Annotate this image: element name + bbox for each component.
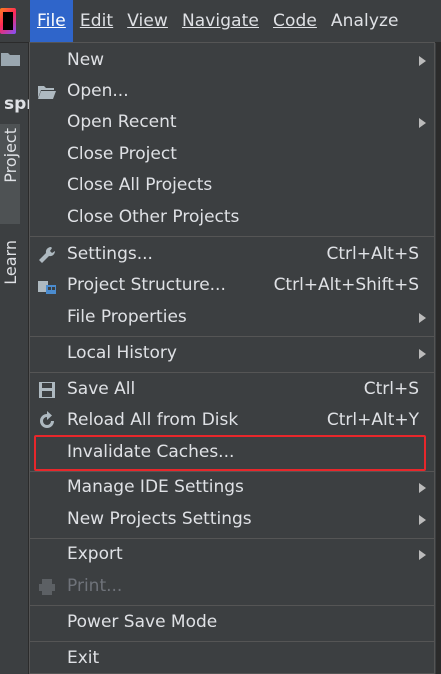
menu-item-label: Close All Projects bbox=[67, 175, 213, 195]
menu-item-label: New bbox=[67, 50, 105, 70]
intellij-logo-icon bbox=[0, 8, 16, 34]
ide-window: File Edit View Navigate Code Analyze spr… bbox=[0, 0, 441, 674]
menu-item-reload-all[interactable]: Reload All from Disk Ctrl+Alt+Y bbox=[30, 405, 434, 436]
menu-item-manage-ide-settings[interactable]: Manage IDE Settings bbox=[30, 472, 434, 503]
menu-item-label: Print... bbox=[67, 576, 123, 596]
main-menubar: File Edit View Navigate Code Analyze bbox=[0, 0, 441, 43]
menu-item-label: Power Save Mode bbox=[67, 612, 218, 632]
menu-item-new[interactable]: New bbox=[30, 45, 434, 76]
printer-icon bbox=[39, 579, 55, 595]
submenu-arrow-icon bbox=[419, 483, 426, 493]
save-icon bbox=[39, 382, 55, 398]
menu-item-save-all[interactable]: Save All Ctrl+S bbox=[30, 374, 434, 405]
menu-navigate[interactable]: Navigate bbox=[175, 0, 266, 42]
menu-item-open[interactable]: Open... bbox=[30, 76, 434, 107]
submenu-arrow-icon bbox=[419, 550, 426, 560]
submenu-arrow-icon bbox=[419, 118, 426, 128]
file-menu-dropdown: New Open... Open Recent Close Project Cl… bbox=[29, 42, 435, 674]
menu-item-project-structure[interactable]: Project Structure... Ctrl+Alt+Shift+S bbox=[30, 270, 434, 301]
menu-item-label: New Projects Settings bbox=[67, 509, 252, 529]
menu-item-export[interactable]: Export bbox=[30, 539, 434, 570]
menu-item-close-all-projects[interactable]: Close All Projects bbox=[30, 170, 434, 201]
menu-separator bbox=[30, 605, 434, 606]
submenu-arrow-icon bbox=[419, 515, 426, 525]
editor-edge bbox=[436, 43, 441, 674]
menu-code[interactable]: Code bbox=[266, 0, 324, 42]
menu-item-label: Close Other Projects bbox=[67, 207, 240, 227]
tab-project[interactable]: Project bbox=[0, 124, 20, 224]
menu-item-close-project[interactable]: Close Project bbox=[30, 139, 434, 170]
menu-item-new-projects-settings[interactable]: New Projects Settings bbox=[30, 504, 434, 535]
menu-item-exit[interactable]: Exit bbox=[30, 643, 434, 674]
wrench-icon bbox=[39, 246, 56, 263]
shortcut-label: Ctrl+S bbox=[363, 379, 419, 399]
submenu-arrow-icon bbox=[419, 313, 426, 323]
highlight-annotation bbox=[34, 435, 426, 471]
menu-separator bbox=[30, 641, 434, 642]
menu-item-label: Project Structure... bbox=[67, 275, 226, 295]
menu-view[interactable]: View bbox=[120, 0, 175, 42]
menu-item-label: Local History bbox=[67, 343, 177, 363]
shortcut-label: Ctrl+Alt+Shift+S bbox=[273, 275, 419, 295]
menu-item-label: Manage IDE Settings bbox=[67, 477, 244, 497]
menu-item-label: Open Recent bbox=[67, 112, 177, 132]
menu-analyze[interactable]: Analyze bbox=[324, 0, 406, 42]
menu-item-print: Print... bbox=[30, 571, 434, 602]
tab-project-label: Project bbox=[1, 128, 20, 183]
tab-learn[interactable]: Learn bbox=[0, 236, 20, 316]
menu-item-settings[interactable]: Settings... Ctrl+Alt+S bbox=[30, 239, 434, 270]
menu-item-label: File Properties bbox=[67, 307, 187, 327]
project-structure-icon bbox=[38, 281, 56, 294]
menu-item-label: Save All bbox=[67, 379, 136, 399]
submenu-arrow-icon bbox=[419, 56, 426, 66]
shortcut-label: Ctrl+Alt+S bbox=[326, 244, 419, 264]
menu-separator bbox=[30, 236, 434, 237]
menu-edit[interactable]: Edit bbox=[73, 0, 120, 42]
menu-item-label: Exit bbox=[67, 648, 100, 668]
menu-item-file-properties[interactable]: File Properties bbox=[30, 302, 434, 333]
menu-separator bbox=[30, 372, 434, 373]
submenu-arrow-icon bbox=[419, 349, 426, 359]
menu-separator bbox=[30, 336, 434, 337]
menu-item-close-other-projects[interactable]: Close Other Projects bbox=[30, 202, 434, 233]
folder-icon[interactable] bbox=[0, 50, 22, 68]
menu-item-power-save-mode[interactable]: Power Save Mode bbox=[30, 607, 434, 638]
tab-learn-label: Learn bbox=[1, 240, 20, 285]
menu-item-local-history[interactable]: Local History bbox=[30, 338, 434, 369]
menu-file[interactable]: File bbox=[30, 0, 73, 42]
menu-item-label: Reload All from Disk bbox=[67, 410, 239, 430]
menu-item-label: Close Project bbox=[67, 144, 177, 164]
menu-item-label: Settings... bbox=[67, 244, 153, 264]
shortcut-label: Ctrl+Alt+Y bbox=[326, 410, 419, 430]
project-breadcrumb[interactable]: spr bbox=[0, 90, 30, 118]
menubar-items: File Edit View Navigate Code Analyze bbox=[30, 0, 406, 42]
menu-item-label: Open... bbox=[67, 81, 129, 101]
folder-open-icon bbox=[38, 86, 56, 99]
reload-icon bbox=[40, 411, 54, 428]
menu-item-open-recent[interactable]: Open Recent bbox=[30, 107, 434, 138]
menu-item-label: Export bbox=[67, 544, 123, 564]
